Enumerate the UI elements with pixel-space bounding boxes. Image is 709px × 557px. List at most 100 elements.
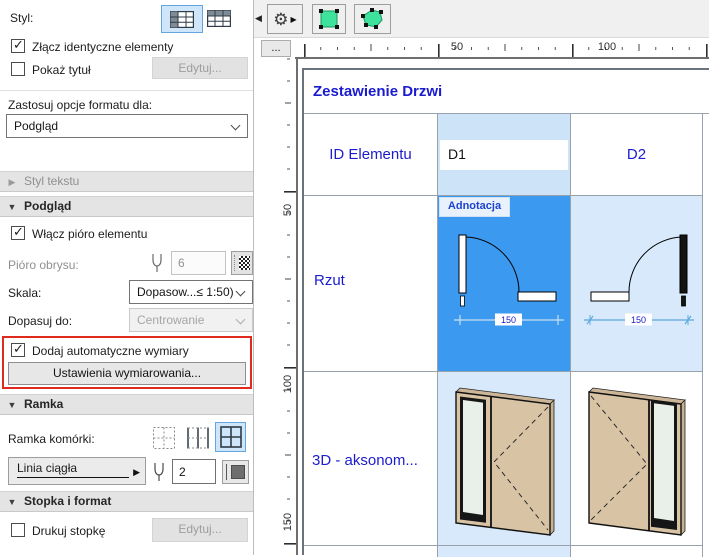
table-style-columns-icon bbox=[170, 11, 194, 28]
section-text-style[interactable]: ▶Styl tekstu bbox=[0, 171, 253, 192]
auto-dimensions-label: Dodaj automatyczne wymiary bbox=[32, 344, 189, 358]
plan-row-label-cell[interactable]: Rzut bbox=[304, 196, 438, 372]
pattern-swatch bbox=[239, 256, 250, 270]
door-d1-header-cell[interactable]: D1 bbox=[438, 114, 571, 196]
triangle-right-icon: ▶ bbox=[291, 15, 297, 24]
dimension-text: 150 bbox=[501, 315, 516, 325]
format-target-value: Podgląd bbox=[14, 119, 58, 133]
collapse-panel-arrow-icon[interactable]: ◀ bbox=[255, 13, 262, 24]
schedule-table: Zestawienie Drzwi ID Elementu D1 D2 Rzut… bbox=[302, 68, 709, 555]
v-ruler-label-100: 100 bbox=[282, 370, 294, 398]
next-row-d1-cell[interactable] bbox=[438, 546, 571, 557]
fit-to-value: Centrowanie bbox=[137, 313, 204, 327]
section-frame[interactable]: ▼Ramka bbox=[0, 394, 253, 415]
table-title-cell[interactable]: Zestawienie Drzwi bbox=[304, 70, 709, 114]
show-title-checkbox[interactable] bbox=[11, 62, 25, 76]
table-style-columns-button[interactable] bbox=[161, 5, 203, 33]
apply-format-label: Zastosuj opcje formatu dla: bbox=[8, 98, 152, 112]
plan-row-label: Rzut bbox=[314, 272, 345, 289]
id-header-cell[interactable]: ID Elementu bbox=[304, 114, 438, 196]
outline-pen-label: Pióro obrysu: bbox=[8, 258, 79, 272]
cell-frame-label: Ramka komórki: bbox=[8, 432, 95, 446]
triangle-right-icon: ▶ bbox=[133, 467, 140, 478]
polygon-selection-button[interactable] bbox=[354, 4, 391, 34]
door-id-1-text: D1 bbox=[448, 146, 466, 162]
vertical-ruler[interactable] bbox=[281, 58, 297, 555]
axon-row-label-cell[interactable]: 3D - aksonom... bbox=[304, 372, 438, 546]
ruler-options-button[interactable]: ... bbox=[261, 40, 291, 57]
door-3d-d2-drawing bbox=[587, 380, 687, 537]
door-plan-d2-drawing: 150 bbox=[582, 230, 697, 330]
edit-title-button[interactable]: Edytuj... bbox=[152, 57, 248, 79]
v-ruler-label-150: 150 bbox=[282, 508, 294, 536]
plan-d1-cell[interactable]: Adnotacja 150 bbox=[438, 196, 571, 372]
cell-border-vertical-button[interactable] bbox=[187, 427, 209, 454]
enable-element-pen-label: Włącz pióro elementu bbox=[32, 227, 147, 241]
edit-footer-button[interactable]: Edytuj... bbox=[152, 518, 248, 542]
h-ruler-label-50: 50 bbox=[448, 41, 466, 53]
format-target-dropdown[interactable]: Podgląd bbox=[6, 114, 248, 138]
cell-border-none-button[interactable] bbox=[153, 427, 175, 454]
print-footer-label: Drukuj stopkę bbox=[32, 524, 105, 538]
table-style-rows-icon bbox=[207, 10, 231, 27]
gear-icon: ⚙ bbox=[273, 11, 288, 28]
scale-label: Skala: bbox=[8, 286, 41, 300]
pen-icon bbox=[150, 252, 164, 274]
axon-d1-cell[interactable] bbox=[438, 372, 571, 546]
show-title-label: Pokaż tytuł bbox=[32, 63, 91, 77]
chevron-down-icon bbox=[231, 121, 241, 131]
section-footer[interactable]: ▼Stopka i format bbox=[0, 491, 253, 512]
triangle-right-icon: ▶ bbox=[0, 173, 24, 192]
marquee-polygon-icon bbox=[361, 8, 385, 30]
enable-element-pen-checkbox[interactable] bbox=[11, 226, 25, 240]
h-ruler-label-100: 100 bbox=[594, 41, 620, 53]
door-d2-header-cell[interactable]: D2 bbox=[571, 114, 703, 196]
divider-dotted bbox=[234, 255, 236, 271]
table-style-rows-button[interactable] bbox=[207, 10, 237, 30]
frame-pen-color-button[interactable] bbox=[222, 460, 249, 484]
cell-border-all-button[interactable] bbox=[215, 422, 246, 452]
outline-pen-color-button[interactable] bbox=[231, 251, 253, 275]
horizontal-ruler[interactable] bbox=[295, 38, 709, 57]
merge-identical-label: Złącz identyczne elementy bbox=[32, 40, 173, 54]
frame-pen-input[interactable] bbox=[172, 459, 216, 484]
cell-edit-box[interactable]: D1 bbox=[440, 140, 568, 170]
print-footer-checkbox[interactable] bbox=[11, 523, 25, 537]
v-ruler-label-50: 50 bbox=[282, 199, 294, 221]
schedule-settings-window: { "left_panel": { "style_label": "Styl:"… bbox=[0, 0, 709, 555]
preview-options-button[interactable]: ⚙ ▶ bbox=[267, 4, 303, 34]
triangle-down-icon: ▼ bbox=[0, 493, 24, 512]
settings-panel: Styl: Złącz identyczne elementy Pokaż ty… bbox=[0, 0, 254, 555]
id-header-text: ID Elementu bbox=[304, 146, 437, 163]
cell-border-vertical-icon bbox=[187, 427, 209, 449]
marquee-square-icon bbox=[318, 8, 340, 30]
next-row-label-cell[interactable] bbox=[304, 546, 438, 557]
merge-identical-checkbox[interactable] bbox=[11, 39, 25, 53]
line-type-value: Linia ciągła bbox=[17, 461, 77, 475]
color-swatch bbox=[231, 465, 245, 479]
chevron-down-icon bbox=[236, 287, 246, 297]
line-type-dropdown[interactable]: Linia ciągła ▶ bbox=[8, 457, 146, 485]
axon-d2-cell[interactable] bbox=[571, 372, 703, 546]
line-sample bbox=[17, 477, 129, 478]
selection-mode-button[interactable] bbox=[312, 4, 346, 34]
divider-line bbox=[226, 464, 227, 480]
plan-d2-cell[interactable]: 150 bbox=[571, 196, 703, 372]
triangle-down-icon: ▼ bbox=[0, 198, 24, 217]
triangle-down-icon: ▼ bbox=[0, 396, 24, 415]
annotation-badge: Adnotacja bbox=[439, 197, 510, 217]
cell-border-none-icon bbox=[153, 427, 175, 449]
style-label: Styl: bbox=[10, 11, 33, 25]
next-row-d2-cell[interactable] bbox=[571, 546, 703, 557]
dimension-settings-button[interactable]: Ustawienia wymiarowania... bbox=[8, 362, 246, 385]
scale-dropdown[interactable]: Dopasow...≤ 1:50) bbox=[129, 280, 253, 304]
scale-value: Dopasow...≤ 1:50) bbox=[137, 285, 234, 299]
separator bbox=[0, 90, 253, 91]
auto-dimensions-checkbox[interactable] bbox=[11, 343, 25, 357]
outline-pen-input[interactable] bbox=[171, 251, 226, 275]
door-plan-d1-drawing: 150 bbox=[452, 230, 567, 330]
table-title: Zestawienie Drzwi bbox=[313, 83, 442, 100]
fit-to-dropdown[interactable]: Centrowanie bbox=[129, 308, 253, 332]
door-id-2-text: D2 bbox=[571, 146, 702, 163]
section-preview[interactable]: ▼Podgląd bbox=[0, 196, 253, 217]
